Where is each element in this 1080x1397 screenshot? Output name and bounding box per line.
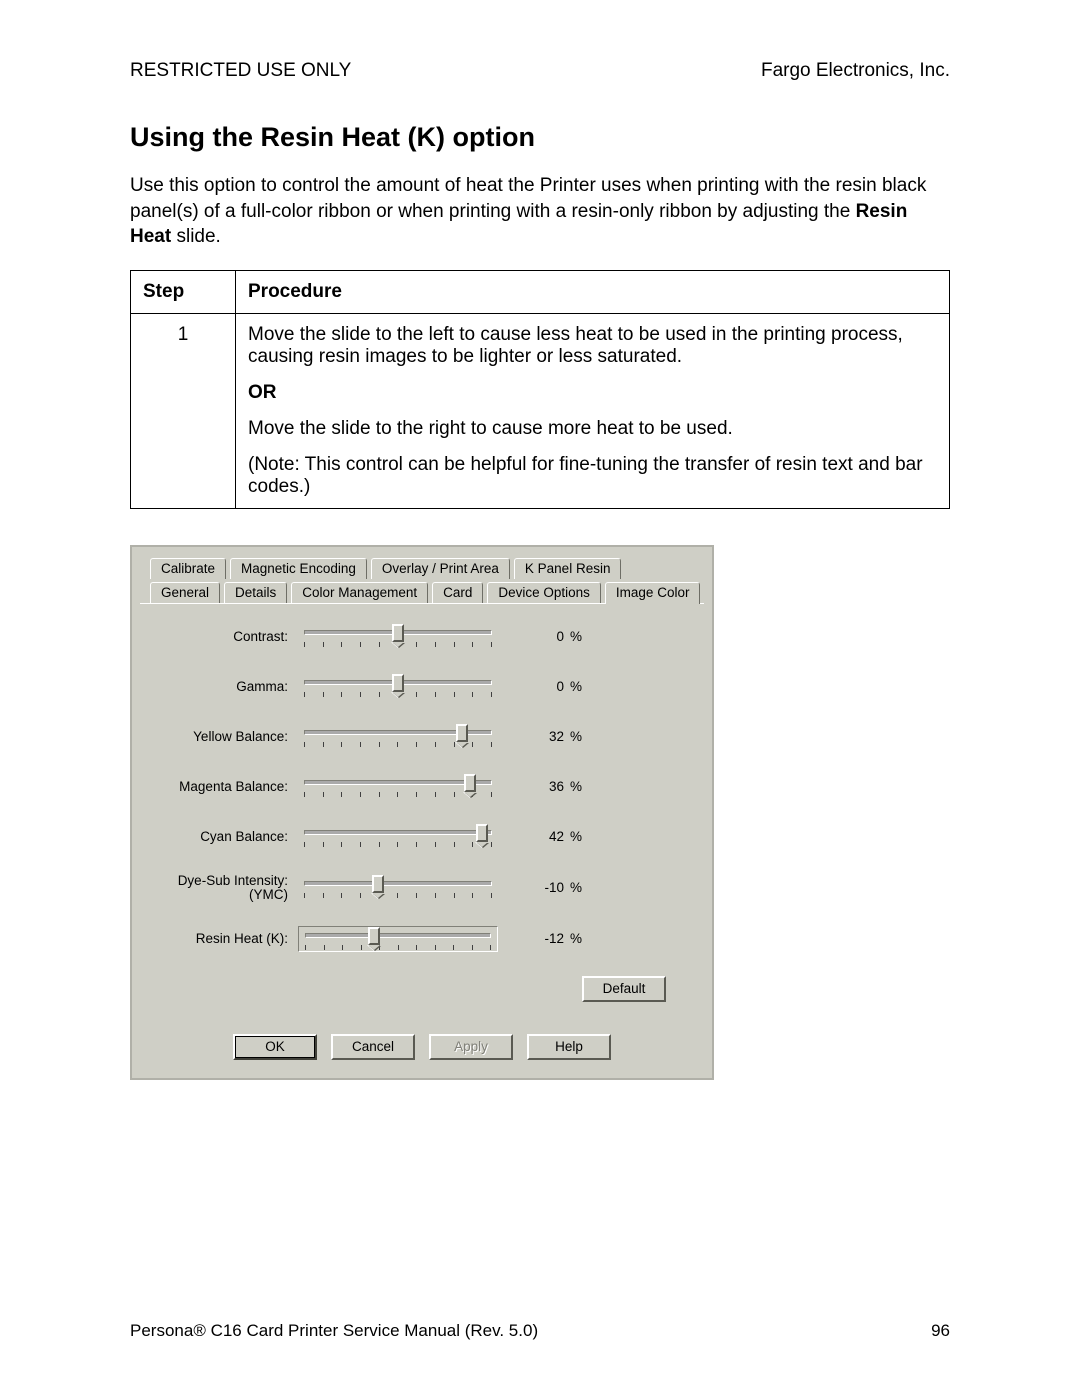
slider-track[interactable] (298, 724, 498, 750)
page-header: RESTRICTED USE ONLY Fargo Electronics, I… (130, 60, 950, 82)
slider-track[interactable] (298, 774, 498, 800)
proc-p2: Move the slide to the right to cause mor… (248, 418, 937, 440)
footer-left: Persona® C16 Card Printer Service Manual… (130, 1321, 538, 1341)
help-button[interactable]: Help (527, 1034, 611, 1060)
page-title: Using the Resin Heat (K) option (130, 122, 950, 153)
header-right: Fargo Electronics, Inc. (761, 60, 950, 82)
tab-calibrate[interactable]: Calibrate (150, 558, 226, 579)
slider-thumb[interactable] (372, 875, 384, 893)
image-color-dialog: Calibrate Magnetic Encoding Overlay / Pr… (130, 545, 714, 1080)
tab-overlay-print-area[interactable]: Overlay / Print Area (371, 558, 510, 579)
slider-track[interactable] (298, 926, 498, 952)
slider-thumb[interactable] (476, 824, 488, 842)
slider-row: Gamma: 0% (158, 674, 686, 700)
tab-card[interactable]: Card (432, 582, 483, 603)
tab-row-2: General Details Color Management Card De… (140, 579, 704, 603)
ok-button[interactable]: OK (233, 1034, 317, 1060)
step-number: 1 (131, 313, 236, 508)
tab-k-panel-resin[interactable]: K Panel Resin (514, 558, 622, 579)
slider-value: -10% (498, 880, 582, 895)
tab-strip: Calibrate Magnetic Encoding Overlay / Pr… (132, 547, 712, 1012)
slider-label: Gamma: (158, 680, 298, 694)
slider-row: Magenta Balance: 36% (158, 774, 686, 800)
slider-value: 42% (498, 829, 582, 844)
slider-thumb[interactable] (464, 774, 476, 792)
slider-label: Magenta Balance: (158, 780, 298, 794)
slider-track[interactable] (298, 875, 498, 901)
note-bold: Note: (254, 454, 299, 475)
slider-track[interactable] (298, 674, 498, 700)
slider-label: Yellow Balance: (158, 730, 298, 744)
slider-track[interactable] (298, 824, 498, 850)
slider-row: Cyan Balance: 42% (158, 824, 686, 850)
tab-color-management[interactable]: Color Management (291, 582, 428, 603)
proc-or: OR (248, 382, 937, 404)
note-rest: This control can be helpful for fine-tun… (248, 454, 923, 497)
cancel-button[interactable]: Cancel (331, 1034, 415, 1060)
dialog-actions: OK Cancel Apply Help (132, 1034, 712, 1060)
tab-details[interactable]: Details (224, 582, 287, 603)
tab-magnetic-encoding[interactable]: Magnetic Encoding (230, 558, 367, 579)
slider-thumb[interactable] (368, 927, 380, 945)
slider-value: 0% (498, 679, 582, 694)
intro-pre: Use this option to control the amount of… (130, 175, 926, 222)
slider-label: Resin Heat (K): (158, 932, 298, 946)
slider-thumb[interactable] (392, 624, 404, 642)
tab-body: Contrast: 0% Gamma: 0% Yellow Balance: 32% Mag… (140, 603, 704, 1012)
slider-label: Contrast: (158, 630, 298, 644)
procedure-table: Step Procedure 1 Move the slide to the l… (130, 270, 950, 509)
tab-general[interactable]: General (150, 582, 220, 603)
col-procedure: Procedure (236, 270, 950, 313)
slider-label: Dye-Sub Intensity: (YMC) (158, 874, 298, 902)
footer-right: 96 (931, 1321, 950, 1341)
slider-label: Cyan Balance: (158, 830, 298, 844)
col-step: Step (131, 270, 236, 313)
proc-note: (Note: This control can be helpful for f… (248, 454, 937, 498)
slider-thumb[interactable] (392, 674, 404, 692)
tab-image-color[interactable]: Image Color (605, 582, 701, 604)
intro-post: slide. (176, 226, 220, 247)
slider-row: Contrast: 0% (158, 624, 686, 650)
slider-value: 36% (498, 779, 582, 794)
header-left: RESTRICTED USE ONLY (130, 60, 351, 82)
slider-value: 32% (498, 729, 582, 744)
slider-row: Dye-Sub Intensity: (YMC) -10% (158, 874, 686, 902)
apply-button[interactable]: Apply (429, 1034, 513, 1060)
intro-paragraph: Use this option to control the amount of… (130, 173, 950, 250)
tab-row-1: Calibrate Magnetic Encoding Overlay / Pr… (140, 555, 704, 579)
procedure-cell: Move the slide to the left to cause less… (236, 313, 950, 508)
page-footer: Persona® C16 Card Printer Service Manual… (130, 1321, 950, 1341)
slider-track[interactable] (298, 624, 498, 650)
slider-row: Resin Heat (K): -12% (158, 926, 686, 952)
default-button[interactable]: Default (582, 976, 666, 1002)
tab-device-options[interactable]: Device Options (487, 582, 601, 603)
slider-value: 0% (498, 629, 582, 644)
proc-p1: Move the slide to the left to cause less… (248, 324, 937, 368)
slider-thumb[interactable] (456, 724, 468, 742)
slider-value: -12% (498, 931, 582, 946)
slider-row: Yellow Balance: 32% (158, 724, 686, 750)
